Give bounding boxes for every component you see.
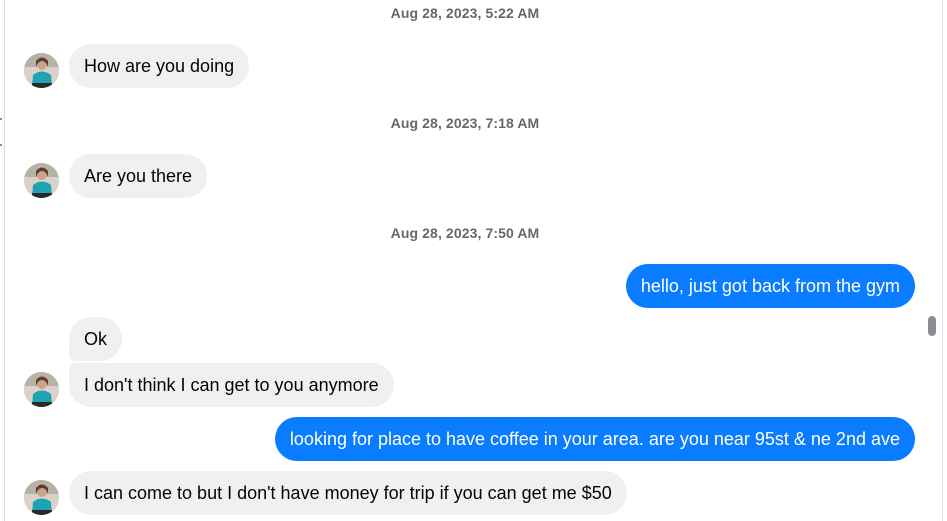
- panel-edge: [942, 0, 943, 521]
- outgoing-message-bubble[interactable]: hello, just got back from the gym: [625, 264, 915, 308]
- message-thread: Aug 28, 2023, 5:22 AM How are you doing …: [0, 0, 947, 521]
- avatar-photo-icon: [24, 163, 59, 198]
- contact-avatar[interactable]: [24, 372, 59, 407]
- contact-avatar[interactable]: [24, 163, 59, 198]
- timestamp-divider: Aug 28, 2023, 7:18 AM: [390, 115, 540, 131]
- contact-avatar[interactable]: [24, 53, 59, 88]
- incoming-message-bubble[interactable]: Ok: [69, 317, 123, 361]
- avatar-photo-icon: [24, 53, 59, 88]
- scrollbar-thumb[interactable]: [928, 316, 936, 336]
- divider-tick: [0, 144, 2, 146]
- incoming-message-bubble[interactable]: How are you doing: [69, 44, 250, 88]
- timestamp-divider: Aug 28, 2023, 7:50 AM: [390, 225, 540, 241]
- outgoing-message-bubble[interactable]: looking for place to have coffee in your…: [274, 417, 915, 461]
- timestamp-divider: Aug 28, 2023, 5:22 AM: [390, 5, 540, 21]
- contact-avatar[interactable]: [24, 480, 59, 515]
- avatar-photo-icon: [24, 372, 59, 407]
- avatar-photo-icon: [24, 480, 59, 515]
- incoming-message-bubble[interactable]: I can come to but I don't have money for…: [69, 471, 627, 515]
- incoming-message-bubble[interactable]: Are you there: [69, 154, 208, 198]
- incoming-message-bubble[interactable]: I don't think I can get to you anymore: [69, 363, 394, 407]
- panel-divider: [4, 0, 5, 521]
